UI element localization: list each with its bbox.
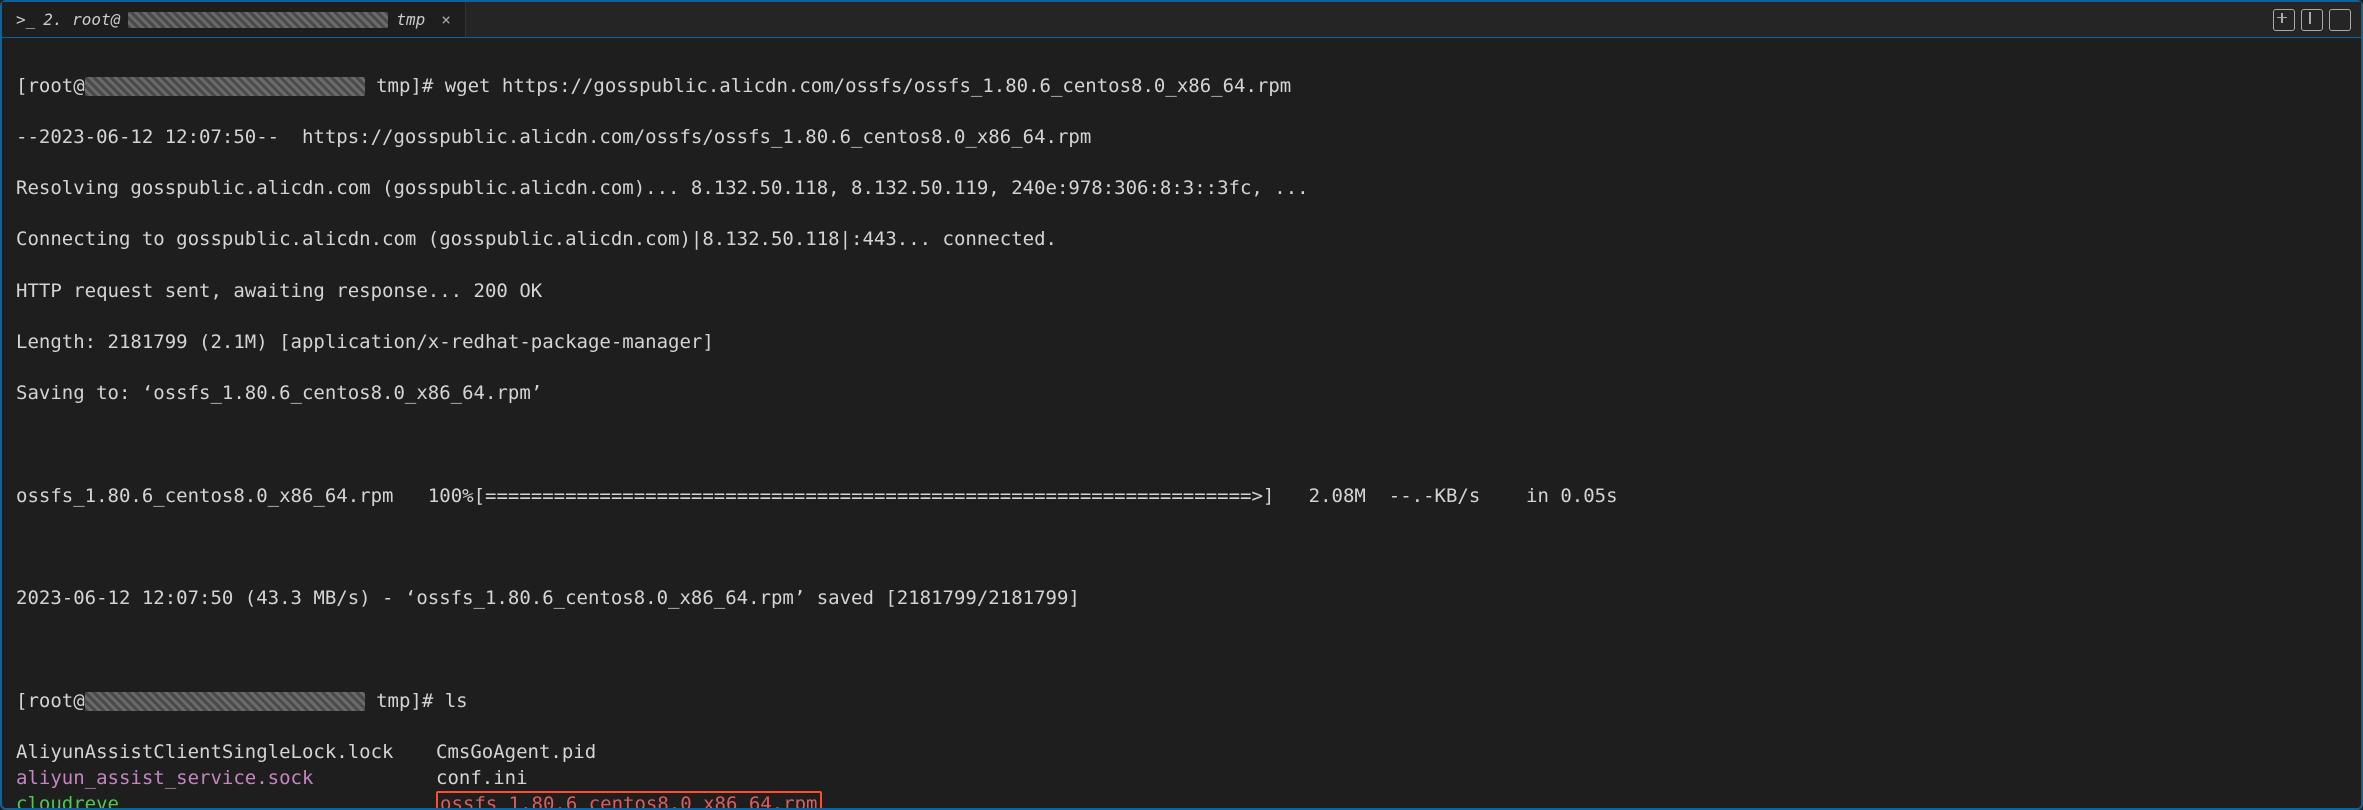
terminal-tab[interactable]: >_ 2. root@ tmp × — [2, 2, 466, 37]
progress-percent: 100% — [428, 485, 474, 507]
tab-bar: >_ 2. root@ tmp × — [2, 2, 2361, 38]
progress-bar: [=======================================… — [474, 485, 1275, 507]
wget-progress-line: ossfs_1.80.6_centos8.0_x86_64.rpm 100%[=… — [16, 484, 2347, 510]
tab-host-redacted — [128, 12, 388, 28]
ls-rpm-highlighted: ossfs_1.80.6_centos8.0_x86_64.rpm — [436, 792, 2347, 808]
wget-summary-line: 2023-06-12 12:07:50 (43.3 MB/s) - ‘ossfs… — [16, 586, 2347, 612]
new-terminal-icon[interactable] — [2273, 9, 2295, 31]
progress-time: in 0.05s — [1526, 485, 1618, 507]
blank-line — [16, 535, 2347, 561]
prompt-open: [root@ — [16, 690, 85, 712]
terminal-body[interactable]: [root@ tmp]# wget https://gosspublic.ali… — [2, 38, 2361, 808]
wget-output-line: HTTP request sent, awaiting response... … — [16, 279, 2347, 305]
ls-file: AliyunAssistClientSingleLock.lock — [16, 740, 416, 766]
wget-output-line: Length: 2181799 (2.1M) [application/x-re… — [16, 330, 2347, 356]
wget-output-line: Connecting to gosspublic.alicdn.com (gos… — [16, 227, 2347, 253]
tab-title-prefix: 2. root@ — [43, 10, 120, 29]
progress-speed: --.-KB/s — [1389, 485, 1481, 507]
terminal-window: >_ 2. root@ tmp × [root@ tmp]# wget https… — [0, 0, 2363, 810]
ls-file: CmsGoAgent.pid — [436, 740, 2347, 766]
prompt-open: [root@ — [16, 75, 85, 97]
prompt-line-2: [root@ tmp]# ls — [16, 689, 2347, 715]
host-redacted — [85, 77, 365, 96]
highlighted-rpm: ossfs_1.80.6_centos8.0_x86_64.rpm — [436, 791, 822, 808]
blank-line — [16, 638, 2347, 664]
progress-filename: ossfs_1.80.6_centos8.0_x86_64.rpm — [16, 485, 394, 507]
tab-title-suffix: tmp — [396, 10, 425, 29]
wget-output-line: --2023-06-12 12:07:50-- https://gosspubl… — [16, 125, 2347, 151]
tab-bar-actions — [2273, 9, 2361, 31]
terminal-icon: >_ — [16, 10, 35, 29]
blank-line — [16, 433, 2347, 459]
ls-executable: cloudreve — [16, 792, 416, 808]
wget-output-line: Saving to: ‘ossfs_1.80.6_centos8.0_x86_6… — [16, 381, 2347, 407]
close-icon[interactable]: × — [441, 10, 451, 29]
wget-command: wget https://gosspublic.alicdn.com/ossfs… — [445, 75, 1291, 97]
progress-size: 2.08M — [1309, 485, 1366, 507]
ls-file: conf.ini — [436, 766, 2347, 792]
prompt-path: tmp]# — [365, 75, 445, 97]
maximize-icon[interactable] — [2329, 9, 2351, 31]
host-redacted — [85, 692, 365, 711]
prompt-path: tmp]# — [365, 690, 445, 712]
prompt-line-1: [root@ tmp]# wget https://gosspublic.ali… — [16, 74, 2347, 100]
ls-socket: aliyun_assist_service.sock — [16, 766, 416, 792]
ls-command: ls — [445, 690, 468, 712]
split-terminal-icon[interactable] — [2301, 9, 2323, 31]
wget-output-line: Resolving gosspublic.alicdn.com (gosspub… — [16, 176, 2347, 202]
ls-output: AliyunAssistClientSingleLock.lock CmsGoA… — [16, 740, 2347, 808]
